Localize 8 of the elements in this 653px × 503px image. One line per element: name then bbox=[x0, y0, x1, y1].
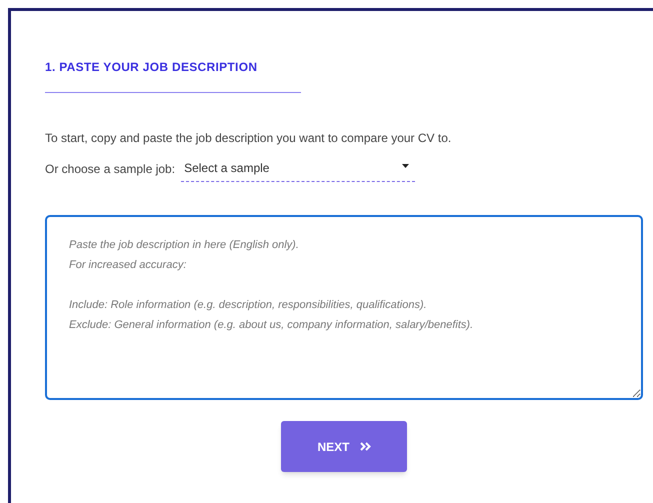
sample-dropdown[interactable]: Select a sample bbox=[181, 159, 416, 182]
double-chevron-icon bbox=[360, 442, 370, 451]
job-description-field[interactable]: Paste the job description in here (English only). For increased accuracy: Include: Role information (e.g. description, responsibilities, qualifications). Exclude: General information (e.g. about us, company information, salary/benefits). bbox=[45, 215, 643, 400]
sample-label: Or choose a sample job: bbox=[45, 161, 176, 178]
next-button[interactable]: NEXT bbox=[281, 421, 407, 472]
section-heading: 1. PASTE YOUR JOB DESCRIPTION bbox=[45, 58, 301, 93]
caret-icon bbox=[402, 164, 410, 168]
intro-text: To start, copy and paste the job description you want to compare your CV to. bbox=[45, 130, 452, 147]
